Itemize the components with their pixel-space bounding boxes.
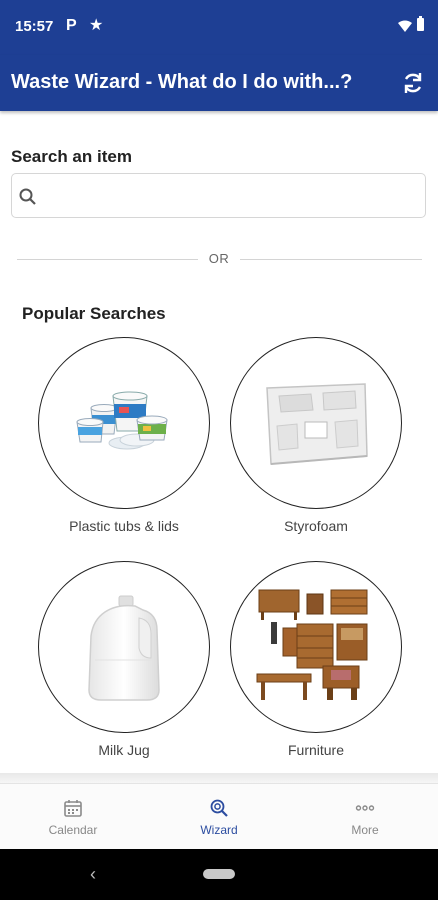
popular-item-furniture[interactable]: Furniture (230, 561, 402, 759)
milk-jug-image (38, 561, 210, 733)
back-icon[interactable]: ‹ (90, 864, 96, 885)
battery-icon (417, 16, 424, 31)
nav-label-calendar: Calendar (48, 823, 98, 837)
system-navigation-bar: ‹ (0, 849, 438, 900)
calendar-icon (64, 800, 82, 817)
wizard-search-icon (210, 799, 228, 817)
more-icon (355, 805, 375, 811)
nav-label-more: More (351, 823, 379, 837)
popular-item-label: Plastic tubs & lids (69, 518, 179, 534)
divider-left (17, 259, 198, 260)
wifi-icon (398, 19, 412, 37)
popular-item-plastic-tubs[interactable]: Plastic tubs & lids (38, 337, 210, 535)
popular-searches-title: Popular Searches (22, 304, 166, 323)
popular-item-milk-jug[interactable]: Milk Jug (38, 561, 210, 759)
nav-label-wizard: Wizard (200, 823, 238, 837)
furniture-image (230, 561, 402, 733)
search-field[interactable] (11, 173, 426, 218)
nav-tab-wizard[interactable]: Wizard (146, 784, 292, 850)
refresh-icon (404, 73, 422, 93)
plastic-tubs-image (38, 337, 210, 509)
popular-item-label: Furniture (287, 742, 345, 758)
bottom-navigation: Calendar Wizard More (0, 783, 438, 850)
home-pill-icon[interactable] (203, 869, 235, 879)
app-bar: Waste Wizard - What do I do with...? (0, 55, 438, 111)
search-input[interactable] (46, 182, 420, 212)
refresh-button[interactable] (400, 70, 426, 96)
divider-or-text: OR (208, 251, 230, 266)
nav-tab-more[interactable]: More (292, 784, 438, 850)
parking-app-indicator: P (66, 17, 77, 34)
content-bottom-edge (0, 773, 438, 783)
status-time: 15:57 (15, 18, 54, 35)
styrofoam-image (230, 337, 402, 509)
search-icon (18, 187, 38, 212)
divider-right (240, 259, 422, 260)
popular-item-styrofoam[interactable]: Styrofoam (230, 337, 402, 535)
popular-item-label: Styrofoam (284, 518, 348, 534)
search-label: Search an item (11, 147, 132, 166)
popular-item-label: Milk Jug (98, 742, 150, 758)
page-title: Waste Wizard - What do I do with...? (11, 71, 353, 93)
star-icon: ★ (89, 17, 104, 34)
nav-tab-calendar[interactable]: Calendar (0, 784, 146, 850)
status-bar: 15:57 P ★ (0, 0, 438, 55)
